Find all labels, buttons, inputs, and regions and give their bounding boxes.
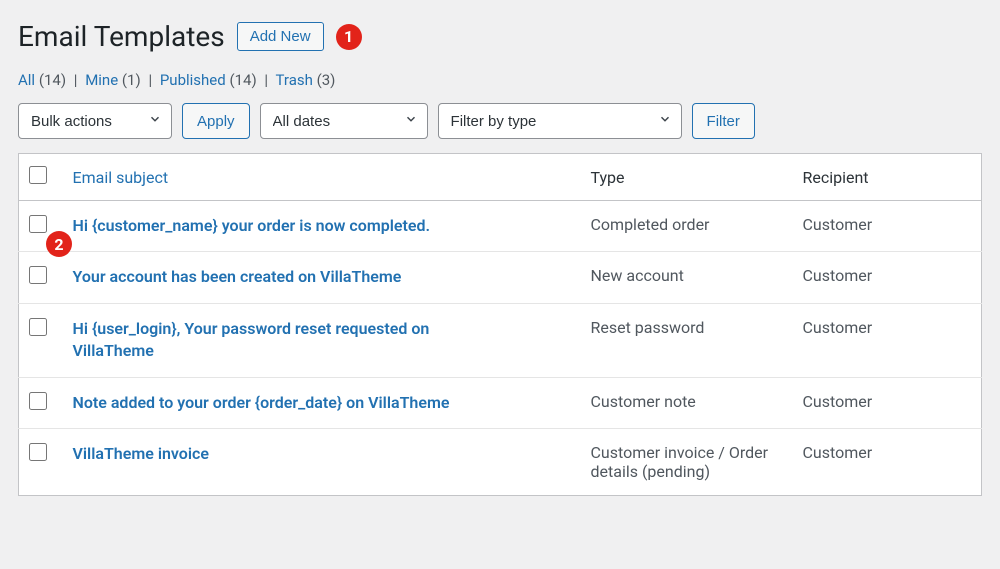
templates-table: Email subject Type Recipient Hi {custome… xyxy=(18,153,982,496)
filter-type-select[interactable]: Filter by type xyxy=(438,103,682,139)
filter-count: (1) xyxy=(122,71,141,89)
row-title-link[interactable]: Hi {user_login}, Your password reset req… xyxy=(73,318,503,363)
table-row: Hi {user_login}, Your password reset req… xyxy=(19,303,982,377)
select-all-checkbox[interactable] xyxy=(29,166,47,184)
row-type: New account xyxy=(581,252,793,303)
row-recipient: Customer xyxy=(793,252,982,303)
filter-count: (3) xyxy=(317,71,336,89)
dates-select[interactable]: All dates xyxy=(260,103,428,139)
row-type: Reset password xyxy=(581,303,793,377)
filter-link-all[interactable]: All xyxy=(18,71,35,89)
row-recipient: Customer xyxy=(793,201,982,252)
row-type: Customer invoice / Order details (pendin… xyxy=(581,428,793,495)
row-recipient: Customer xyxy=(793,303,982,377)
add-new-button[interactable]: Add New xyxy=(237,22,324,51)
page-title: Email Templates xyxy=(18,20,225,53)
filter-link-mine[interactable]: Mine xyxy=(85,71,118,89)
annotation-badge-2: 2 xyxy=(46,231,72,257)
bulk-actions-select[interactable]: Bulk actions xyxy=(18,103,172,139)
column-recipient: Recipient xyxy=(793,154,982,201)
row-checkbox[interactable] xyxy=(29,266,47,284)
filter-button[interactable]: Filter xyxy=(692,103,755,139)
filter-count: (14) xyxy=(229,71,256,89)
row-checkbox[interactable] xyxy=(29,392,47,410)
row-title-link[interactable]: Hi {customer_name} your order is now com… xyxy=(73,216,431,235)
row-checkbox[interactable] xyxy=(29,318,47,336)
row-recipient: Customer xyxy=(793,428,982,495)
row-type: Customer note xyxy=(581,377,793,428)
column-type: Type xyxy=(581,154,793,201)
table-row: Hi {customer_name} your order is now com… xyxy=(19,201,982,252)
row-title-link[interactable]: VillaTheme invoice xyxy=(73,444,209,463)
table-row: VillaTheme invoice Customer invoice / Or… xyxy=(19,428,982,495)
row-checkbox[interactable] xyxy=(29,215,47,233)
row-title-link[interactable]: Your account has been created on VillaTh… xyxy=(73,267,402,286)
apply-button[interactable]: Apply xyxy=(182,103,250,139)
filter-count: (14) xyxy=(39,71,66,89)
page-header: Email Templates Add New 1 xyxy=(18,20,982,53)
filter-link-published[interactable]: Published xyxy=(160,71,226,89)
status-filter-links: All (14) | Mine (1) | Published (14) | T… xyxy=(18,71,982,89)
column-checkbox xyxy=(19,154,63,201)
row-checkbox[interactable] xyxy=(29,443,47,461)
filter-link-trash[interactable]: Trash xyxy=(276,71,313,89)
table-row: Your account has been created on VillaTh… xyxy=(19,252,982,303)
row-type: Completed order xyxy=(581,201,793,252)
row-title-link[interactable]: Note added to your order {order_date} on… xyxy=(73,393,450,412)
tablenav-top: Bulk actions Apply All dates Filter by t… xyxy=(18,103,982,139)
table-row: Note added to your order {order_date} on… xyxy=(19,377,982,428)
column-subject[interactable]: Email subject xyxy=(63,154,581,201)
annotation-badge-1: 1 xyxy=(336,24,362,50)
row-recipient: Customer xyxy=(793,377,982,428)
